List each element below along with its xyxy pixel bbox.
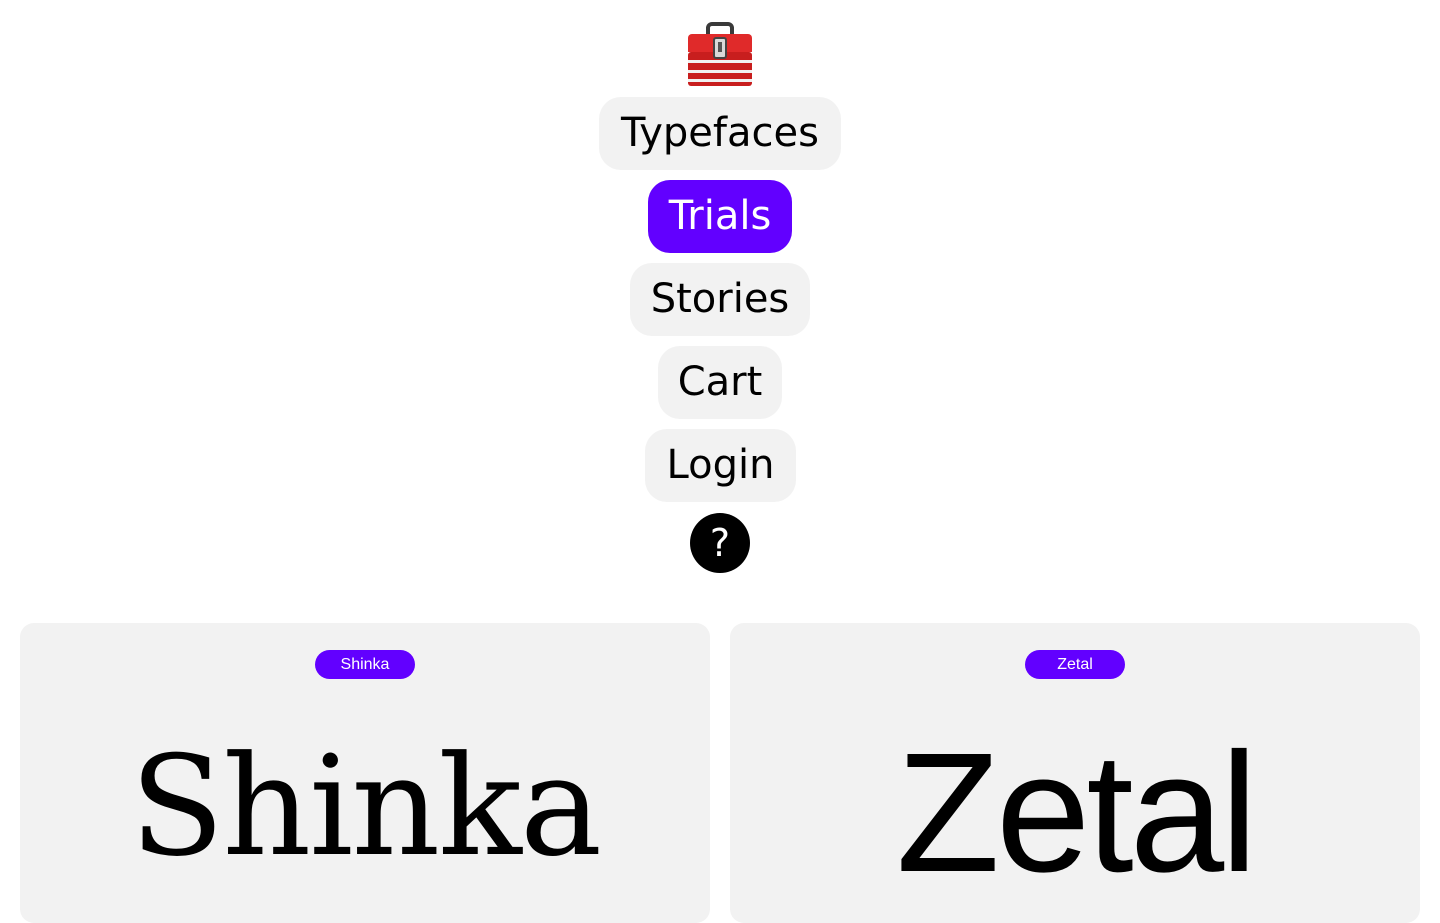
typeface-specimen: Zetal <box>896 718 1258 908</box>
nav-item-typefaces[interactable]: Typefaces <box>599 97 841 170</box>
nav-item-login[interactable]: Login <box>645 429 796 502</box>
nav-item-stories[interactable]: Stories <box>630 263 810 336</box>
toolbox-icon[interactable] <box>686 22 754 88</box>
typeface-tag[interactable]: Zetal <box>1025 650 1125 679</box>
typeface-specimen: Shinka <box>129 726 602 887</box>
help-button[interactable]: ? <box>690 513 750 573</box>
typeface-card-shinka[interactable]: Shinka Shinka <box>20 623 710 923</box>
nav-item-cart[interactable]: Cart <box>658 346 782 419</box>
nav-item-trials[interactable]: Trials <box>648 180 792 253</box>
typeface-card-zetal[interactable]: Zetal Zetal <box>730 623 1420 923</box>
typeface-tag[interactable]: Shinka <box>315 650 415 679</box>
main-nav: Typefaces Trials Stories Cart Login ? <box>0 0 1440 600</box>
